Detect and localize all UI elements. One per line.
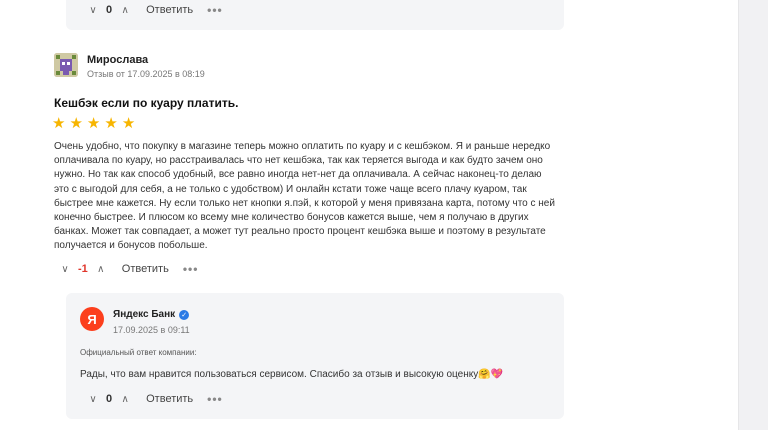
reply-button[interactable]: Ответить [146,4,193,16]
company-reply-vote-row: ∨ 0 ∧ Ответить ••• [86,392,223,406]
company-reply-message: Рады, что вам нравится пользоваться серв… [80,369,479,380]
star-icon: ★ [69,115,83,132]
review-date: Отзыв от 17.09.2025 в 08:19 [87,69,205,79]
star-icon: ★ [104,115,118,132]
rating-stars: ★ ★ ★ ★ ★ [52,116,135,131]
star-icon: ★ [121,115,136,132]
verified-check-icon: ✓ [179,309,190,320]
yandex-bank-logo-icon[interactable]: Я [80,307,104,331]
company-reply-date: 17.09.2025 в 09:11 [113,325,190,335]
avatar[interactable] [54,53,78,77]
hugging-face-emoji-icon: 🤗 [478,369,491,380]
page-side-gutter [738,0,768,430]
downvote-chevron-icon[interactable]: ∨ [86,3,100,17]
reply-button[interactable]: Ответить [146,393,193,405]
vote-count: 0 [106,4,113,16]
upvote-chevron-icon[interactable]: ∧ [118,3,132,17]
reply-button[interactable]: Ответить [122,263,169,275]
review-title: Кешбэк если по куару платить. [54,96,239,110]
more-options-icon[interactable]: ••• [207,392,223,406]
review-author[interactable]: Мирослава [87,54,148,66]
company-name[interactable]: Яндекс Банк ✓ [113,309,190,320]
star-icon: ★ [86,115,101,132]
official-answer-label: Официальный ответ компании: [80,348,197,357]
company-name-label: Яндекс Банк [113,309,176,320]
star-icon: ★ [52,115,66,132]
downvote-chevron-icon[interactable]: ∨ [58,262,72,276]
downvote-chevron-icon[interactable]: ∨ [86,392,100,406]
heart-emoji-icon: 💖 [490,369,504,380]
upvote-chevron-icon[interactable]: ∧ [94,262,108,276]
review-vote-row: ∨ -1 ∧ Ответить ••• [58,262,198,276]
vote-count: -1 [78,263,88,275]
review-body: Очень удобно, что покупку в магазине теп… [54,141,555,252]
more-options-icon[interactable]: ••• [183,262,199,276]
upvote-chevron-icon[interactable]: ∧ [118,392,132,406]
company-reply-text: Рады, что вам нравится пользоваться серв… [80,369,503,380]
previous-reply-vote-row: ∨ 0 ∧ Ответить ••• [86,3,223,17]
vote-count: 0 [106,393,113,405]
more-options-icon[interactable]: ••• [207,3,223,17]
